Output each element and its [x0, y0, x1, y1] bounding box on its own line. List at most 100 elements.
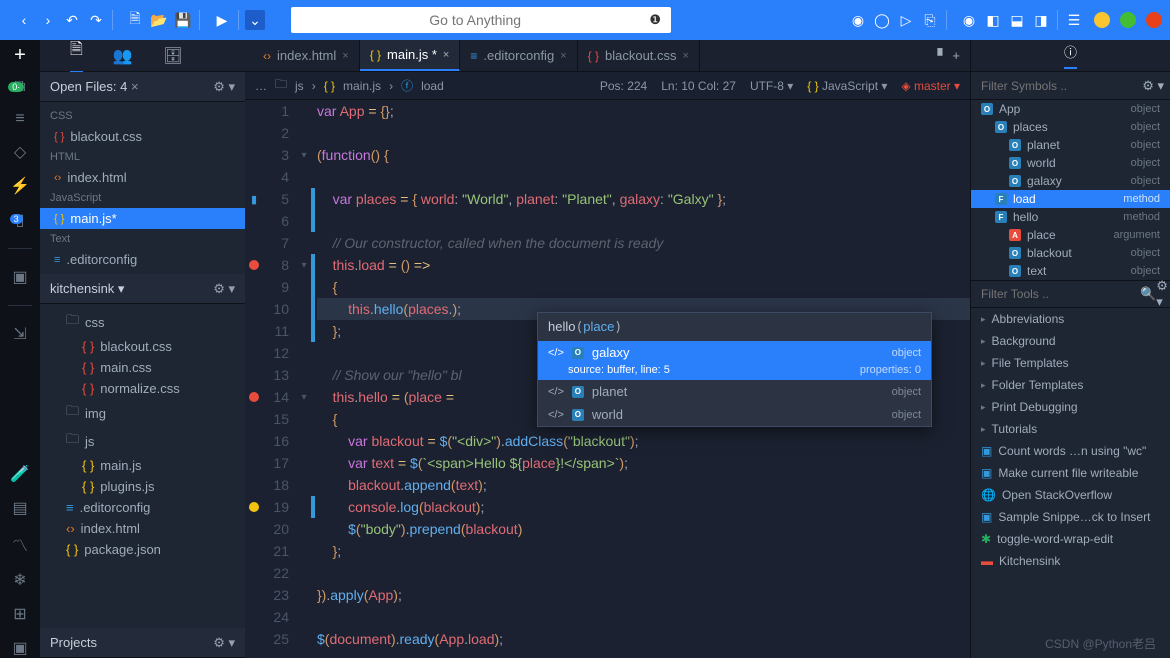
tool-item[interactable]: ▣Count words …n using "wc" — [971, 440, 1170, 462]
gear-icon[interactable]: ⚙ ▾ — [213, 79, 235, 95]
editor-tab[interactable]: ≡.editorconfig× — [460, 40, 577, 71]
new-tab-button[interactable]: + — [0, 40, 40, 71]
open-file-item[interactable]: { }blackout.css — [40, 126, 245, 147]
symbol-item[interactable]: Fhellomethod — [971, 208, 1170, 226]
symbol-item[interactable]: Floadmethod — [971, 190, 1170, 208]
file-item[interactable]: { }package.json — [40, 539, 245, 560]
collab-tab-icon[interactable]: 👥 — [113, 46, 133, 66]
tool-item[interactable]: ▣Sample Snippe…ck to Insert — [971, 506, 1170, 528]
code-line[interactable]: this.load = () => — [317, 254, 970, 276]
language-picker[interactable]: { } JavaScript ▾ — [807, 79, 887, 93]
rail-terminal-icon[interactable]: ▣ — [12, 638, 27, 658]
rail-vcs-icon[interactable]: ⧉0· — [14, 78, 25, 96]
close-icon[interactable]: × — [342, 50, 348, 62]
code-line[interactable]: $("body").prepend(blackout) — [317, 518, 970, 540]
folder-item[interactable]: 🗀js — [40, 427, 245, 455]
completion-item[interactable]: </>Oplanetobject — [538, 380, 931, 403]
file-item[interactable]: { }normalize.css — [40, 378, 245, 399]
breadcrumb-segment[interactable]: main.js — [343, 79, 381, 93]
code-line[interactable]: blackout.append(text); — [317, 474, 970, 496]
goto-anything-bar[interactable]: ❶ — [291, 7, 671, 33]
focus-mode-button[interactable]: ◉ — [959, 10, 979, 30]
tool-category[interactable]: ▸Background — [971, 330, 1170, 352]
ellipsis-icon[interactable]: … — [255, 79, 267, 93]
close-icon[interactable]: × — [560, 50, 566, 62]
code-line[interactable]: // Our constructor, called when the docu… — [317, 232, 970, 254]
code-line[interactable] — [317, 562, 970, 584]
file-item[interactable]: { }main.css — [40, 357, 245, 378]
rail-testtube-icon[interactable]: 🧪 — [10, 464, 30, 484]
tools-filter-input[interactable] — [977, 287, 1140, 301]
completion-item[interactable]: </>Oworldobject — [538, 403, 931, 426]
breakpoint-icon[interactable] — [249, 392, 259, 402]
code-line[interactable]: (function() { — [317, 144, 970, 166]
redo-button[interactable]: ↷ — [86, 10, 106, 30]
rail-list-icon[interactable]: ≡ — [15, 110, 24, 128]
rail-snow-icon[interactable]: ❄ — [13, 570, 26, 590]
symbol-item[interactable]: OAppobject — [971, 100, 1170, 118]
tool-item[interactable]: ▣Make current file writeable — [971, 462, 1170, 484]
window-close-button[interactable] — [1146, 12, 1162, 28]
rail-flash-icon[interactable]: ⚡ — [10, 176, 30, 196]
rail-share-icon[interactable]: ⇲ — [13, 324, 26, 344]
tool-item[interactable]: ✱toggle-word-wrap-edit — [971, 528, 1170, 550]
code-line[interactable] — [317, 122, 970, 144]
rail-markers-icon[interactable]: ◇ — [14, 142, 26, 162]
rail-trend-icon[interactable]: 〽 — [12, 532, 28, 556]
tool-category[interactable]: ▸Tutorials — [971, 418, 1170, 440]
close-icon[interactable]: × — [131, 79, 139, 94]
files-tab-icon[interactable]: 🗎 — [70, 38, 83, 73]
breadcrumb-segment[interactable]: load — [421, 79, 444, 93]
code-line[interactable]: $(document).ready(App.load); — [317, 628, 970, 650]
run-dropdown[interactable]: ⌄ — [245, 10, 265, 30]
tool-category[interactable]: ▸Abbreviations — [971, 308, 1170, 330]
branch-picker[interactable]: ◈ master ▾ — [901, 79, 960, 93]
tool-category[interactable]: ▸Print Debugging — [971, 396, 1170, 418]
symbol-item[interactable]: Oplacesobject — [971, 118, 1170, 136]
editor-tab[interactable]: ‹›index.html× — [253, 40, 360, 71]
code-line[interactable]: { — [317, 276, 970, 298]
open-file-button[interactable]: 📂 — [149, 10, 169, 30]
minimap-toggle-icon[interactable]: ▝ — [932, 48, 942, 64]
symbols-tab-icon[interactable]: ⓘ — [1064, 42, 1077, 69]
layout-left-button[interactable]: ◧ — [983, 10, 1003, 30]
open-file-item[interactable]: { }main.js* — [40, 208, 245, 229]
tool-item[interactable]: 🌐Open StackOverflow — [971, 484, 1170, 506]
open-file-item[interactable]: ‹›index.html — [40, 167, 245, 188]
code-line[interactable]: }; — [317, 540, 970, 562]
code-line[interactable] — [317, 166, 970, 188]
symbol-filter-input[interactable] — [977, 79, 1142, 93]
search-icon[interactable]: 🔍 — [1140, 286, 1156, 302]
file-item[interactable]: { }main.js — [40, 455, 245, 476]
play-macro-button[interactable]: ▷ — [896, 10, 916, 30]
gear-icon[interactable]: ⚙ ▾ — [213, 281, 235, 297]
breadcrumb-segment[interactable]: js — [295, 79, 304, 93]
tool-category[interactable]: ▸Folder Templates — [971, 374, 1170, 396]
symbol-item[interactable]: Otextobject — [971, 262, 1170, 280]
symbol-item[interactable]: Oblackoutobject — [971, 244, 1170, 262]
tool-item[interactable]: ▬Kitchensink — [971, 550, 1170, 572]
file-item[interactable]: ≡.editorconfig — [40, 497, 245, 518]
code-line[interactable]: var text = $(`<span>Hello ${place}!</spa… — [317, 452, 970, 474]
gear-icon[interactable]: ⚙ ▾ — [1142, 78, 1164, 94]
symbol-item[interactable]: Ogalaxyobject — [971, 172, 1170, 190]
code-line[interactable]: var places = { world: "World", planet: "… — [317, 188, 970, 210]
window-minimize-button[interactable] — [1094, 12, 1110, 28]
close-icon[interactable]: × — [683, 50, 689, 62]
code-line[interactable]: }).apply(App); — [317, 584, 970, 606]
symbol-item[interactable]: Aplaceargument — [971, 226, 1170, 244]
new-file-button[interactable]: 🗎 — [125, 10, 145, 30]
projects-header[interactable]: Projects ⚙ ▾ — [40, 628, 245, 658]
forward-button[interactable]: › — [38, 10, 58, 30]
symbol-item[interactable]: Oworldobject — [971, 154, 1170, 172]
code-editor[interactable]: ▮ 12345678910111213141516171819202122232… — [245, 100, 970, 658]
file-item[interactable]: { }blackout.css — [40, 336, 245, 357]
window-maximize-button[interactable] — [1120, 12, 1136, 28]
gear-icon[interactable]: ⚙ ▾ — [213, 635, 235, 651]
record-macro-button[interactable]: ◉ — [848, 10, 868, 30]
encoding-picker[interactable]: UTF-8 ▾ — [750, 79, 793, 93]
file-item[interactable]: { }plugins.js — [40, 476, 245, 497]
save-macro-button[interactable]: ⎘ — [920, 10, 940, 30]
run-button[interactable]: ▶ — [212, 10, 232, 30]
undo-button[interactable]: ↶ — [62, 10, 82, 30]
